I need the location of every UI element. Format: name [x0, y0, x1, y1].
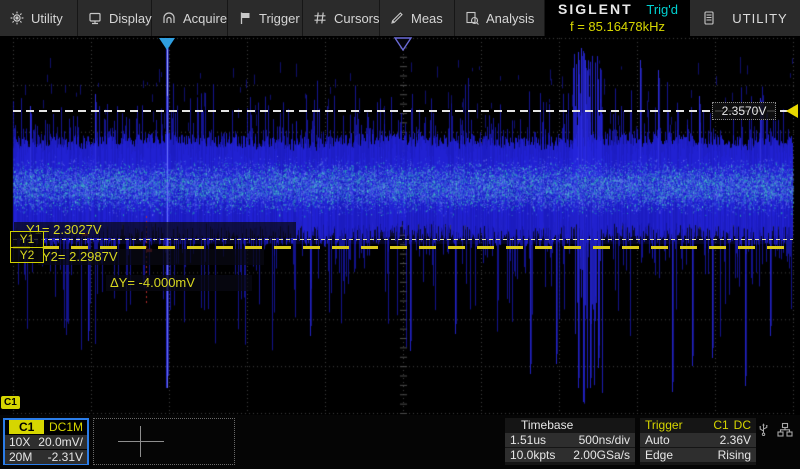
utility-panel-icon: [702, 11, 716, 25]
status-bar: C1 DC1M 10X 20.0mV/ 20M -2.31V Timebase …: [0, 415, 800, 469]
analysis-icon: [465, 11, 479, 25]
cursor-y1-readout: Y1= 2.3027V: [14, 222, 296, 238]
trigger-delay-marker[interactable]: [159, 38, 175, 50]
usb-icon[interactable]: [756, 422, 771, 438]
trigger-slope: Rising: [718, 448, 751, 462]
trigger-level: 2.36V: [720, 433, 751, 447]
cursor-tag-box[interactable]: Y1 Y2: [10, 231, 44, 263]
menu-item-label: Analysis: [486, 11, 534, 26]
cursor-y2-readout: Y2= 2.2987V: [38, 249, 264, 265]
menu-item-meas[interactable]: Meas: [380, 0, 455, 36]
trigger-level-arrow[interactable]: [786, 104, 798, 118]
trigger-title: Trigger: [645, 418, 683, 432]
utility-panel-label: UTILITY: [732, 11, 787, 26]
channel-coupling: DC1M: [49, 420, 83, 434]
siglent-logo: SIGLENT: [545, 1, 633, 17]
oscilloscope-screen: Utility Display Acquire Trigger Cur: [0, 0, 800, 469]
cursor-y1-line[interactable]: [13, 239, 793, 240]
menu-item-label: Meas: [411, 11, 443, 26]
pencil-icon: [390, 11, 404, 25]
flag-icon: [238, 11, 252, 25]
cursors-icon: [313, 11, 327, 25]
channel-name-badge: C1: [9, 420, 44, 434]
timebase-samplerate: 2.00GSa/s: [573, 448, 630, 462]
menu-item-utility-panel[interactable]: UTILITY: [690, 0, 800, 36]
channel-bandwidth: 20M: [9, 450, 32, 464]
gear-icon: [10, 11, 24, 25]
channel-position-marker[interactable]: C1: [1, 396, 20, 409]
channel-scale: 20.0mV/: [38, 435, 83, 449]
frequency-counter: f = 85.16478kHz: [545, 18, 690, 36]
menu-item-label: Display: [109, 11, 152, 26]
trigger-level-label: 2.3570V: [712, 102, 776, 120]
timebase-delay: 1.51us: [510, 433, 546, 447]
lan-icon[interactable]: [777, 422, 793, 438]
channel-probe: 10X: [9, 435, 30, 449]
menu-item-trigger[interactable]: Trigger: [228, 0, 303, 36]
trigger-mode: Auto: [645, 433, 670, 447]
brand-status-block: SIGLENT Trig'd f = 85.16478kHz: [545, 0, 690, 36]
crosshair-icon: [118, 441, 164, 442]
cursor-delta-readout: ΔY= -4.000mV: [106, 275, 252, 291]
menu-item-acquire[interactable]: Acquire: [152, 0, 228, 36]
timebase-title: Timebase: [505, 418, 635, 432]
waveform-display: 2.3570V Y1= 2.3027V Y2= 2.2987V ΔY= -4.0…: [0, 36, 800, 415]
trigger-status-badge: Trig'd: [646, 2, 690, 17]
cursor-tag-y1[interactable]: Y1: [11, 232, 43, 247]
trigger-type: Edge: [645, 448, 673, 462]
cursor-tag-y2[interactable]: Y2: [11, 247, 43, 262]
trigger-level-line[interactable]: [13, 110, 793, 112]
trigger-position-marker[interactable]: [393, 37, 413, 51]
timebase-descriptor[interactable]: Timebase 1.51us 500ns/div 10.0kpts 2.00G…: [505, 418, 635, 465]
menu-bar: Utility Display Acquire Trigger Cur: [0, 0, 800, 36]
display-icon: [88, 11, 102, 25]
trigger-coupling: DC: [734, 418, 751, 432]
timebase-scale: 500ns/div: [579, 433, 630, 447]
empty-descriptor-slot[interactable]: [93, 418, 235, 465]
menu-item-label: Trigger: [259, 11, 300, 26]
acquire-icon: [162, 11, 176, 25]
menu-item-label: Utility: [31, 11, 63, 26]
menu-item-analysis[interactable]: Analysis: [455, 0, 545, 36]
crosshair-icon: [140, 426, 141, 457]
menu-item-label: Acquire: [183, 11, 227, 26]
channel-offset: -2.31V: [48, 450, 83, 464]
timebase-points: 10.0kpts: [510, 448, 555, 462]
menu-item-utility[interactable]: Utility: [0, 0, 78, 36]
menu-item-display[interactable]: Display: [78, 0, 152, 36]
trigger-source: C1: [713, 418, 728, 432]
trigger-descriptor[interactable]: Trigger C1 DC Auto 2.36V Edge Rising: [640, 418, 756, 465]
channel1-descriptor[interactable]: C1 DC1M 10X 20.0mV/ 20M -2.31V: [3, 418, 89, 465]
menu-item-label: Cursors: [334, 11, 380, 26]
menu-item-cursors[interactable]: Cursors: [303, 0, 380, 36]
